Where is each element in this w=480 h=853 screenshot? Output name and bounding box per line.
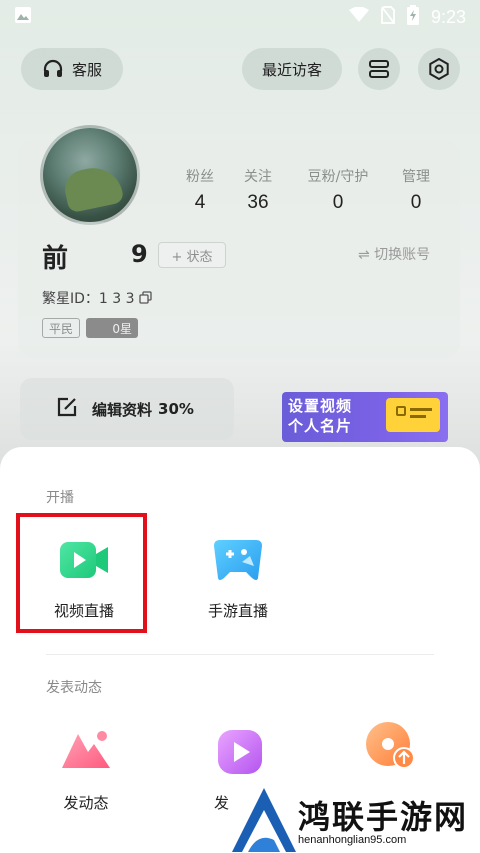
game-live-label: 手游直播 [207, 602, 268, 620]
customer-service-button[interactable]: 客服 [21, 48, 123, 90]
stat-value: 36 [247, 192, 269, 213]
fanxing-id-text: 繁星ID：1 3 3 [42, 291, 139, 307]
star-badge: 0星 [86, 318, 138, 338]
stat-value: 0 [410, 192, 422, 213]
stat-label: 管理 [402, 169, 430, 185]
edit-profile-button[interactable]: 编辑资料 30% [20, 378, 234, 440]
banner-line2: 个人名片 [288, 417, 353, 435]
watermark-url: henanhonglian95.com [298, 834, 407, 846]
no-sim-icon [381, 5, 395, 29]
banner-title: 设置视频 个人名片 [288, 396, 352, 436]
live-section-title: 开播 [46, 490, 74, 506]
watermark-title: 鸿联手游网 [298, 798, 469, 836]
video-card-banner[interactable]: 设置视频 个人名片 [282, 392, 448, 442]
watermark-logo: 鸿联手游网 henanhonglian95.com [224, 780, 480, 853]
banner-line1: 设置视频 [288, 397, 353, 415]
fanxing-id: 繁星ID：1 3 3 [42, 288, 152, 308]
rank-badge: 平民 [42, 318, 80, 338]
battery-charging-icon [406, 4, 419, 30]
stat-value: 0 [332, 192, 344, 213]
add-status-button[interactable]: + 状态 [158, 242, 226, 268]
headset-icon [42, 59, 64, 79]
user-name-suffix: 9 [131, 240, 148, 268]
status-bar: 9:23 [0, 0, 480, 34]
profile-completion: 30% [158, 400, 194, 418]
stat-guards[interactable]: 豆粉/守护 0 [298, 166, 378, 214]
user-name: 前 [42, 244, 69, 274]
gallery-notification-icon [14, 6, 32, 29]
video-play-icon [212, 724, 268, 780]
stat-label: 豆粉/守护 [307, 169, 369, 185]
copy-icon[interactable] [139, 290, 152, 308]
stat-following[interactable]: 关注 36 [236, 166, 280, 214]
post-section-title: 发表动态 [46, 680, 102, 696]
picture-icon [58, 724, 114, 780]
edit-icon [56, 396, 78, 422]
watermark-emblem-icon [232, 788, 296, 852]
menu-icon [368, 59, 390, 79]
stat-admin[interactable]: 管理 0 [394, 166, 438, 214]
post-moment-label: 发动态 [63, 794, 109, 812]
gear-icon [428, 58, 450, 80]
customer-service-label: 客服 [71, 60, 102, 79]
post-moment-button[interactable]: 发动态 [36, 724, 136, 813]
wifi-icon [348, 6, 369, 28]
stat-label: 关注 [244, 169, 272, 185]
avatar[interactable] [40, 125, 140, 225]
switch-account-link[interactable]: ⇌ 切换账号 [358, 244, 430, 264]
section-divider [46, 654, 434, 655]
stat-label: 粉丝 [186, 169, 214, 185]
game-live-button[interactable]: 手游直播 [188, 532, 288, 621]
stat-value: 4 [194, 192, 206, 213]
menu-button[interactable] [358, 48, 400, 90]
highlight-box [16, 513, 147, 633]
id-card-icon [386, 398, 440, 432]
recent-visitors-label: 最近访客 [261, 60, 322, 79]
clock: 9:23 [430, 6, 466, 27]
avatar-image [61, 162, 125, 214]
upload-music-button[interactable] [340, 716, 440, 784]
gamepad-icon [210, 532, 266, 588]
recent-visitors-button[interactable]: 最近访客 [242, 48, 342, 90]
edit-profile-label: 编辑资料 [92, 400, 153, 419]
disc-upload-icon [362, 716, 418, 772]
settings-button[interactable] [418, 48, 460, 90]
stat-fans[interactable]: 粉丝 4 [178, 166, 222, 214]
